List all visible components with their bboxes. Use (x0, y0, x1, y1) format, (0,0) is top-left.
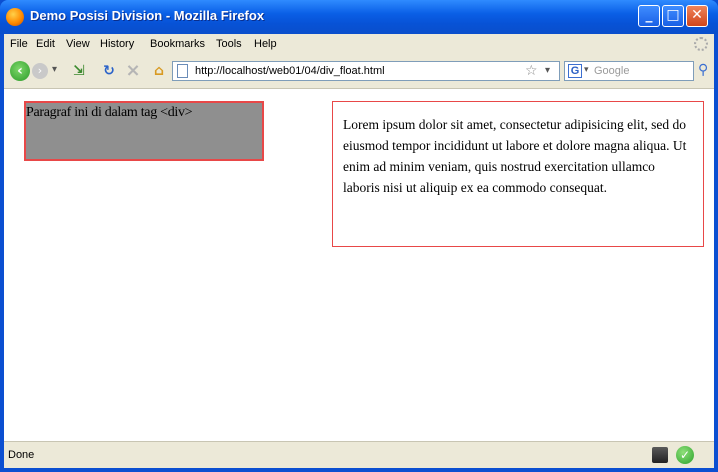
history-dropdown-icon[interactable]: ▾ (52, 64, 57, 75)
gray-div-box: Paragraf ini di dalam tag <div> (24, 101, 264, 161)
addon-status-icon[interactable] (652, 447, 668, 463)
search-input[interactable]: Google (594, 65, 629, 77)
firefox-icon (6, 8, 24, 26)
forward-button[interactable]: › (32, 63, 48, 79)
menu-bookmarks[interactable]: Bookmarks (150, 38, 205, 50)
bookmark-add-icon[interactable]: ⇲ (70, 62, 88, 80)
security-check-icon[interactable]: ✓ (676, 446, 694, 464)
menu-tools[interactable]: Tools (216, 38, 242, 50)
page-content: Paragraf ini di dalam tag <div> Lorem ip… (4, 89, 714, 441)
home-button[interactable]: ⌂ (150, 62, 168, 80)
url-text[interactable]: http://localhost/web01/04/div_float.html (195, 65, 385, 77)
navigation-toolbar: ‹ › ▾ ⇲ ↻ × ⌂ http://localhost/web01/04/… (4, 56, 714, 89)
menu-help[interactable]: Help (254, 38, 277, 50)
client-area: File Edit View History Bookmarks Tools H… (4, 34, 714, 468)
activity-throbber-icon (694, 37, 708, 51)
menu-history[interactable]: History (100, 38, 134, 50)
search-engine-dropdown-icon[interactable]: ▾ (584, 65, 589, 75)
maximize-button[interactable]: □ (662, 5, 684, 27)
menu-bar: File Edit View History Bookmarks Tools H… (4, 34, 714, 56)
window-title: Demo Posisi Division - Mozilla Firefox (30, 8, 265, 23)
browser-window: Demo Posisi Division - Mozilla Firefox _… (0, 0, 718, 472)
search-bar[interactable]: G ▾ Google (564, 61, 694, 81)
url-dropdown-icon[interactable]: ▾ (545, 65, 550, 76)
stop-button[interactable]: × (124, 62, 142, 80)
menu-view[interactable]: View (66, 38, 90, 50)
back-button[interactable]: ‹ (10, 61, 30, 81)
url-bar[interactable]: http://localhost/web01/04/div_float.html… (172, 61, 560, 81)
menu-file[interactable]: File (10, 38, 28, 50)
close-button[interactable]: ✕ (686, 5, 708, 27)
page-icon (177, 64, 188, 78)
reload-button[interactable]: ↻ (100, 62, 118, 80)
search-magnifier-icon[interactable]: ⚲ (698, 62, 708, 78)
minimize-button[interactable]: _ (638, 5, 660, 27)
status-bar: Done ✓ (4, 441, 714, 468)
floated-paragraph-box: Lorem ipsum dolor sit amet, consectetur … (332, 101, 704, 247)
bookmark-star-icon[interactable]: ☆ (525, 63, 538, 79)
status-text: Done (8, 449, 35, 461)
menu-edit[interactable]: Edit (36, 38, 55, 50)
search-engine-icon[interactable]: G (568, 64, 582, 78)
title-bar[interactable]: Demo Posisi Division - Mozilla Firefox _… (0, 0, 718, 34)
